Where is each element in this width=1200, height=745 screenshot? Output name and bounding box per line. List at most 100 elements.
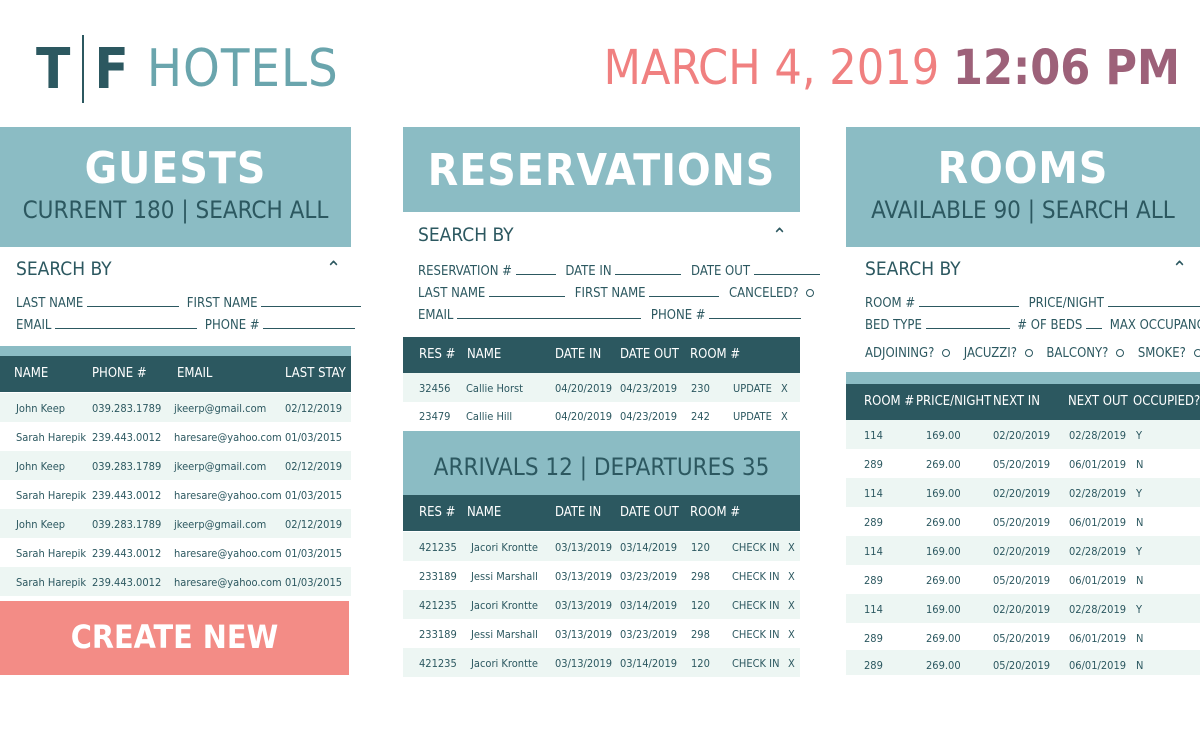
- update-button[interactable]: UPDATE: [733, 382, 772, 395]
- room-next-out: 06/01/2019: [1069, 659, 1127, 672]
- table-row[interactable]: Sarah Harepik 239.443.0012 haresare@yaho…: [0, 538, 351, 567]
- delete-button[interactable]: X: [788, 628, 795, 641]
- departures-label[interactable]: DEPARTURES: [594, 453, 735, 481]
- room-next-in: 02/20/2019: [993, 545, 1051, 558]
- bed-type-input[interactable]: [925, 316, 1010, 329]
- col-header[interactable]: DATE IN: [555, 347, 601, 362]
- guest-last-name-input[interactable]: [87, 294, 180, 307]
- date-out-input[interactable]: [753, 262, 820, 275]
- delete-button[interactable]: X: [781, 382, 788, 395]
- col-header[interactable]: DATE OUT: [620, 347, 679, 362]
- jacuzzi-radio[interactable]: [1024, 349, 1033, 357]
- room-next-out: 02/28/2019: [1069, 545, 1127, 558]
- col-header[interactable]: NAME: [467, 347, 501, 362]
- arrivals-label[interactable]: ARRIVALS: [434, 453, 539, 481]
- chevron-up-icon[interactable]: ⌃: [326, 256, 341, 280]
- email-label: EMAIL: [16, 318, 52, 333]
- table-row[interactable]: 289 269.00 05/20/2019 06/01/2019 N: [846, 650, 1200, 675]
- delete-button[interactable]: X: [788, 657, 795, 670]
- rooms-search-all-link[interactable]: SEARCH ALL: [1042, 196, 1175, 224]
- col-header[interactable]: ROOM #: [690, 347, 740, 362]
- adjoining-radio[interactable]: [942, 349, 951, 357]
- table-row[interactable]: 114 169.00 02/20/2019 02/28/2019 Y: [846, 420, 1200, 449]
- col-header[interactable]: ROOM #: [864, 394, 914, 409]
- guest-email-input[interactable]: [55, 316, 198, 329]
- table-row[interactable]: John Keep 039.283.1789 jkeerp@gmail.com …: [0, 393, 351, 422]
- check-in-button[interactable]: CHECK IN: [732, 599, 779, 612]
- col-header[interactable]: PHONE #: [92, 366, 147, 381]
- col-header[interactable]: RES #: [419, 505, 455, 520]
- room-occupied: Y: [1136, 429, 1143, 442]
- check-in-button[interactable]: CHECK IN: [732, 570, 779, 583]
- guests-title: GUESTS: [84, 143, 267, 194]
- col-header[interactable]: DATE OUT: [620, 505, 679, 520]
- table-row[interactable]: 23479 Callie Hill 04/20/2019 04/23/2019 …: [403, 401, 800, 430]
- table-row[interactable]: Sarah Harepik 239.443.0012 haresare@yaho…: [0, 480, 351, 509]
- table-row[interactable]: 114 169.00 02/20/2019 02/28/2019 Y: [846, 594, 1200, 623]
- rooms-search-row-3: ADJOINING? JACUZZI? BALCONY? SMOKE?: [865, 346, 1200, 361]
- reservations-search-row-2: LAST NAME FIRST NAME CANCELED?: [418, 284, 815, 301]
- table-row[interactable]: John Keep 039.283.1789 jkeerp@gmail.com …: [0, 451, 351, 480]
- col-header[interactable]: DATE IN: [555, 505, 601, 520]
- col-header[interactable]: NAME: [467, 505, 501, 520]
- col-header[interactable]: LAST STAY: [285, 366, 346, 381]
- guest-last-stay: 02/12/2019: [285, 402, 343, 415]
- table-row[interactable]: 289 269.00 05/20/2019 06/01/2019 N: [846, 623, 1200, 652]
- price-night-input[interactable]: [1107, 294, 1200, 307]
- table-row[interactable]: 233189 Jessi Marshall 03/13/2019 03/23/2…: [403, 619, 800, 648]
- divider: |: [1027, 196, 1036, 224]
- reservation-first-name-input[interactable]: [649, 284, 720, 297]
- table-row[interactable]: Sarah Harepik 239.443.0012 haresare@yaho…: [0, 567, 351, 596]
- reservation-last-name-input[interactable]: [489, 284, 566, 297]
- col-header[interactable]: NAME: [14, 366, 48, 381]
- beds-input[interactable]: [1086, 316, 1103, 329]
- balcony-radio[interactable]: [1116, 349, 1125, 357]
- canceled-radio[interactable]: [806, 289, 815, 297]
- col-header[interactable]: NEXT IN: [993, 394, 1040, 409]
- reservation-phone-input[interactable]: [709, 306, 802, 319]
- guest-first-name-input[interactable]: [261, 294, 362, 307]
- delete-button[interactable]: X: [788, 541, 795, 554]
- res-date-out: 04/23/2019: [620, 410, 678, 423]
- guest-last-stay: 02/12/2019: [285, 518, 343, 531]
- room-number-input[interactable]: [918, 294, 1019, 307]
- table-row[interactable]: 421235 Jacori Krontte 03/13/2019 03/14/2…: [403, 648, 800, 677]
- col-header[interactable]: EMAIL: [177, 366, 212, 381]
- delete-button[interactable]: X: [788, 570, 795, 583]
- table-row[interactable]: 32456 Callie Horst 04/20/2019 04/23/2019…: [403, 373, 800, 402]
- guest-phone-input[interactable]: [263, 316, 356, 329]
- table-row[interactable]: 289 269.00 05/20/2019 06/01/2019 N: [846, 565, 1200, 594]
- res-number: 23479: [419, 410, 451, 423]
- logo-hotels-text: HOTELS: [146, 39, 339, 99]
- guest-name: John Keep: [16, 460, 66, 473]
- check-in-button[interactable]: CHECK IN: [732, 657, 779, 670]
- date-in-input[interactable]: [615, 262, 682, 275]
- guests-search-all-link[interactable]: SEARCH ALL: [196, 196, 329, 224]
- delete-button[interactable]: X: [788, 599, 795, 612]
- smoke-radio[interactable]: [1193, 349, 1200, 357]
- table-row[interactable]: 289 269.00 05/20/2019 06/01/2019 N: [846, 507, 1200, 536]
- col-header[interactable]: PRICE/NIGHT: [916, 394, 991, 409]
- create-new-reservation-button[interactable]: CREATE NEW RESERVATION: [0, 601, 349, 728]
- col-header[interactable]: OCCUPIED?: [1133, 394, 1200, 409]
- delete-button[interactable]: X: [781, 410, 788, 423]
- table-row[interactable]: 421235 Jacori Krontte 03/13/2019 03/14/2…: [403, 590, 800, 619]
- table-row[interactable]: 289 269.00 05/20/2019 06/01/2019 N: [846, 449, 1200, 478]
- check-in-button[interactable]: CHECK IN: [732, 628, 779, 641]
- chevron-up-icon[interactable]: ⌃: [1172, 256, 1187, 280]
- reservation-email-input[interactable]: [457, 306, 642, 319]
- table-row[interactable]: Sarah Harepik 239.443.0012 haresare@yaho…: [0, 422, 351, 451]
- table-row[interactable]: John Keep 039.283.1789 jkeerp@gmail.com …: [0, 509, 351, 538]
- table-row[interactable]: 114 169.00 02/20/2019 02/28/2019 Y: [846, 536, 1200, 565]
- table-row[interactable]: 114 169.00 02/20/2019 02/28/2019 Y: [846, 478, 1200, 507]
- update-button[interactable]: UPDATE: [733, 410, 772, 423]
- guests-current-count: 180: [133, 196, 175, 224]
- table-row[interactable]: 233189 Jessi Marshall 03/13/2019 03/23/2…: [403, 561, 800, 590]
- col-header[interactable]: NEXT OUT: [1068, 394, 1128, 409]
- col-header[interactable]: ROOM #: [690, 505, 740, 520]
- chevron-up-icon[interactable]: ⌃: [772, 223, 787, 247]
- table-row[interactable]: 421235 Jacori Krontte 03/13/2019 03/14/2…: [403, 532, 800, 561]
- check-in-button[interactable]: CHECK IN: [732, 541, 779, 554]
- col-header[interactable]: RES #: [419, 347, 455, 362]
- reservation-number-input[interactable]: [515, 262, 556, 275]
